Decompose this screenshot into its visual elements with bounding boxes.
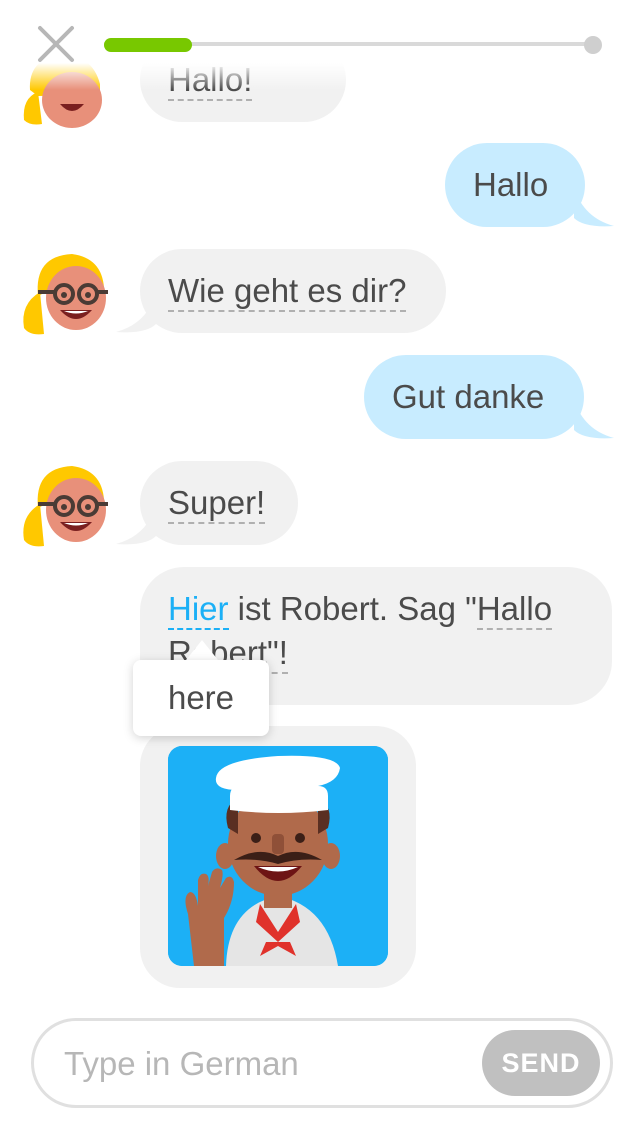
translation-tooltip: here bbox=[133, 660, 269, 736]
tooltip-arrow bbox=[186, 640, 218, 660]
close-icon[interactable] bbox=[34, 22, 78, 66]
message-text[interactable]: Super! bbox=[168, 484, 266, 524]
send-button[interactable]: SEND bbox=[482, 1030, 600, 1096]
message-text: Gut danke bbox=[392, 378, 545, 415]
chef-waving-illustration bbox=[168, 746, 388, 966]
answer-input[interactable] bbox=[62, 1021, 486, 1107]
message-bubble-tutor: Wie geht es dir? bbox=[140, 249, 446, 333]
hint-word[interactable]: Hier bbox=[168, 590, 229, 630]
message-bubble-user: Hallo bbox=[445, 143, 585, 227]
bubble-tail bbox=[574, 400, 614, 439]
image-card bbox=[140, 726, 416, 988]
message-text[interactable]: Wie geht es dir? bbox=[168, 272, 407, 312]
message-text: ist Robert. Sag " bbox=[228, 590, 477, 627]
message-text: Hallo bbox=[473, 166, 549, 203]
tutor-avatar bbox=[20, 460, 110, 550]
chat-screen: Hallo! Hallo Wie geht es dir? Gut danke bbox=[0, 0, 640, 1136]
tutor-avatar bbox=[20, 248, 110, 338]
lesson-header bbox=[0, 0, 640, 90]
lesson-progress-bar bbox=[104, 36, 602, 54]
message-composer: SEND bbox=[31, 1018, 613, 1108]
bubble-tail bbox=[574, 188, 614, 227]
message-bubble-tutor: Super! bbox=[140, 461, 298, 545]
progress-end-dot bbox=[584, 36, 602, 54]
progress-fill bbox=[104, 38, 192, 52]
message-bubble-user: Gut danke bbox=[364, 355, 584, 439]
hint-word-hallo[interactable]: Hallo bbox=[476, 590, 553, 630]
